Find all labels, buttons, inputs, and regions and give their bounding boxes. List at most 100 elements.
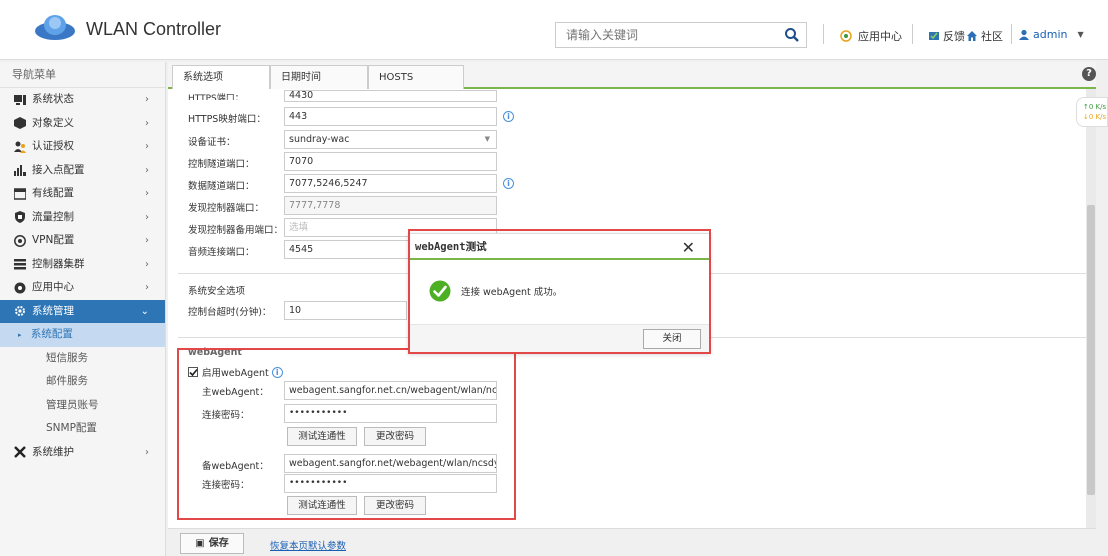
close-icon[interactable]: ✕ (682, 238, 695, 257)
sidebar-item-cluster[interactable]: 控制器集群 › (0, 253, 165, 277)
feedback-link[interactable]: 反馈 (928, 28, 965, 44)
cert-value: sundray-wac (289, 134, 350, 145)
cert-select[interactable]: sundray-wac ▼ (284, 130, 497, 149)
sidebar-item-label: 接入点配置 (32, 163, 85, 176)
check-icon (189, 368, 198, 377)
logo: WLAN Controller (34, 14, 221, 44)
https-map-port-input[interactable]: 443 (284, 107, 497, 126)
sidebar-item-label: 系统维护 (32, 445, 74, 458)
sidebar-title: 导航菜单 (0, 62, 165, 88)
discover-port-input[interactable]: 7777,7778 (284, 196, 497, 215)
chevron-right-icon: › (145, 188, 149, 199)
user-icon (1019, 29, 1029, 40)
bottom-bar: ▣ 保存 恢复本页默认参数 (168, 528, 1096, 556)
sidebar-subitem-system-config[interactable]: ▸ 系统配置 (0, 323, 165, 347)
user-menu[interactable]: admin ▼ (1018, 28, 1084, 41)
save-button[interactable]: ▣ 保存 (180, 533, 244, 554)
cert-label: 设备证书： (188, 137, 236, 148)
https-port-input[interactable]: 4430 (284, 90, 497, 102)
search-input[interactable] (556, 23, 766, 47)
header: WLAN Controller 应用中心 反馈 社区 (0, 0, 1108, 60)
community-link[interactable]: 社区 (966, 28, 1003, 44)
help-icon[interactable]: ? (1082, 67, 1096, 81)
sidebar-item-label: 流量控制 (32, 210, 74, 223)
https-port-label: HTTPS端口： (188, 94, 244, 100)
https-map-port-label: HTTPS映射端口： (188, 114, 266, 125)
gear-icon (15, 306, 25, 317)
app-center-link[interactable]: 应用中心 (840, 28, 902, 44)
tab-system-options[interactable]: 系统选项 (172, 65, 270, 89)
test-connectivity-button-backup[interactable]: 测试连通性 (287, 496, 357, 515)
sidebar-item-app-center[interactable]: 应用中心 › (0, 276, 165, 300)
success-check-icon (429, 280, 451, 302)
sidebar-subitem-admin[interactable]: 管理员账号 (0, 394, 165, 418)
sidebar-subitem-snmp[interactable]: SNMP配置 (0, 417, 165, 441)
main-webagent-label: 主webAgent： (202, 387, 269, 398)
timeout-label: 控制台超时(分钟)： (188, 307, 272, 318)
search-icon[interactable] (784, 27, 800, 43)
sidebar-item-ap-config[interactable]: 接入点配置 › (0, 159, 165, 183)
chevron-down-icon: ⌄ (140, 305, 149, 317)
change-password-button-backup[interactable]: 更改密码 (364, 496, 426, 515)
chevron-right-icon: › (145, 446, 149, 458)
users-icon (14, 141, 26, 153)
sidebar-item-traffic-control[interactable]: 流量控制 › (0, 206, 165, 230)
sidebar-item-maintenance[interactable]: 系统维护 › (0, 441, 165, 465)
chevron-right-icon: › (145, 211, 149, 223)
network-icon (14, 188, 26, 200)
sidebar-item-object-definition[interactable]: 对象定义 › (0, 112, 165, 136)
scroll-thumb[interactable] (1087, 205, 1095, 495)
tab-datetime[interactable]: 日期时间 (270, 65, 368, 89)
ctrl-tunnel-label: 控制隧道端口： (188, 159, 255, 170)
backup-password-input[interactable]: ••••••••••• (284, 474, 497, 493)
sidebar-item-wired-config[interactable]: 有线配置 › (0, 182, 165, 206)
tab-bar: 系统选项 日期时间 HOSTS ? (168, 62, 1096, 89)
chevron-right-icon: › (145, 235, 149, 246)
upload-speed: ↑0 K/s (1083, 103, 1107, 111)
header-divider (823, 24, 824, 44)
sidebar-item-vpn[interactable]: VPN配置 › (0, 229, 165, 253)
discover-port-label: 发现控制器端口： (188, 203, 265, 214)
data-tunnel-input[interactable]: 7077,5246,5247 (284, 174, 497, 193)
test-connectivity-button[interactable]: 测试连通性 (287, 427, 357, 446)
app-center-icon (840, 30, 852, 42)
sidebar: 导航菜单 系统状态 › 对象定义 › 认证授权 › 接入点配置 › 有线配置 ›… (0, 62, 166, 556)
timeout-input[interactable]: 10 (284, 301, 407, 320)
sidebar-subitem-mail[interactable]: 邮件服务 (0, 370, 165, 394)
chevron-right-icon: › (145, 94, 149, 105)
scrollbar[interactable] (1086, 89, 1096, 528)
info-icon[interactable]: i (503, 111, 514, 122)
sidebar-item-system-status[interactable]: 系统状态 › (0, 88, 165, 112)
chevron-right-icon: › (145, 258, 149, 270)
audio-port-label: 音频连接端口： (188, 247, 255, 258)
sidebar-item-label: VPN配置 (32, 234, 75, 246)
backup-webagent-input[interactable]: webagent.sangfor.net/webagent/wlan/ncsdy… (284, 454, 497, 473)
sidebar-subitem-sms[interactable]: 短信服务 (0, 347, 165, 371)
info-icon[interactable]: i (271, 366, 283, 378)
network-speed-widget[interactable]: ↑0 K/s ↓0 K/s (1076, 97, 1108, 127)
tab-hosts[interactable]: HOSTS (368, 65, 464, 89)
cube-icon (14, 117, 26, 130)
enable-webagent-label: 启用webAgent (202, 368, 269, 379)
globe-icon (14, 234, 26, 247)
sidebar-item-system-management[interactable]: 系统管理 ⌄ (0, 299, 165, 323)
restore-defaults-link[interactable]: 恢复本页默认参数 (270, 538, 346, 552)
change-password-button[interactable]: 更改密码 (364, 427, 426, 446)
dialog-close-button[interactable]: 关闭 (643, 329, 701, 349)
signal-icon (14, 165, 26, 177)
username: admin (1033, 28, 1068, 41)
info-icon[interactable]: i (503, 178, 514, 189)
tools-icon (14, 446, 26, 459)
main-webagent-input[interactable]: webagent.sangfor.net.cn/webagent/wlan/nc… (284, 381, 497, 400)
save-icon: ▣ (195, 538, 205, 549)
sidebar-item-label: 有线配置 (32, 187, 74, 199)
dialog-title: webAgent测试 (409, 234, 709, 260)
security-section-title: 系统安全选项 (188, 286, 246, 297)
main-password-input[interactable]: ••••••••••• (284, 404, 497, 423)
ctrl-tunnel-input[interactable]: 7070 (284, 152, 497, 171)
dialog-message: 连接 webAgent 成功。 (461, 287, 563, 298)
discover-backup-label: 发现控制器备用端口： (188, 225, 284, 236)
sidebar-item-auth[interactable]: 认证授权 › (0, 135, 165, 159)
enable-webagent-checkbox[interactable] (188, 367, 198, 377)
community-label: 社区 (981, 30, 1003, 43)
